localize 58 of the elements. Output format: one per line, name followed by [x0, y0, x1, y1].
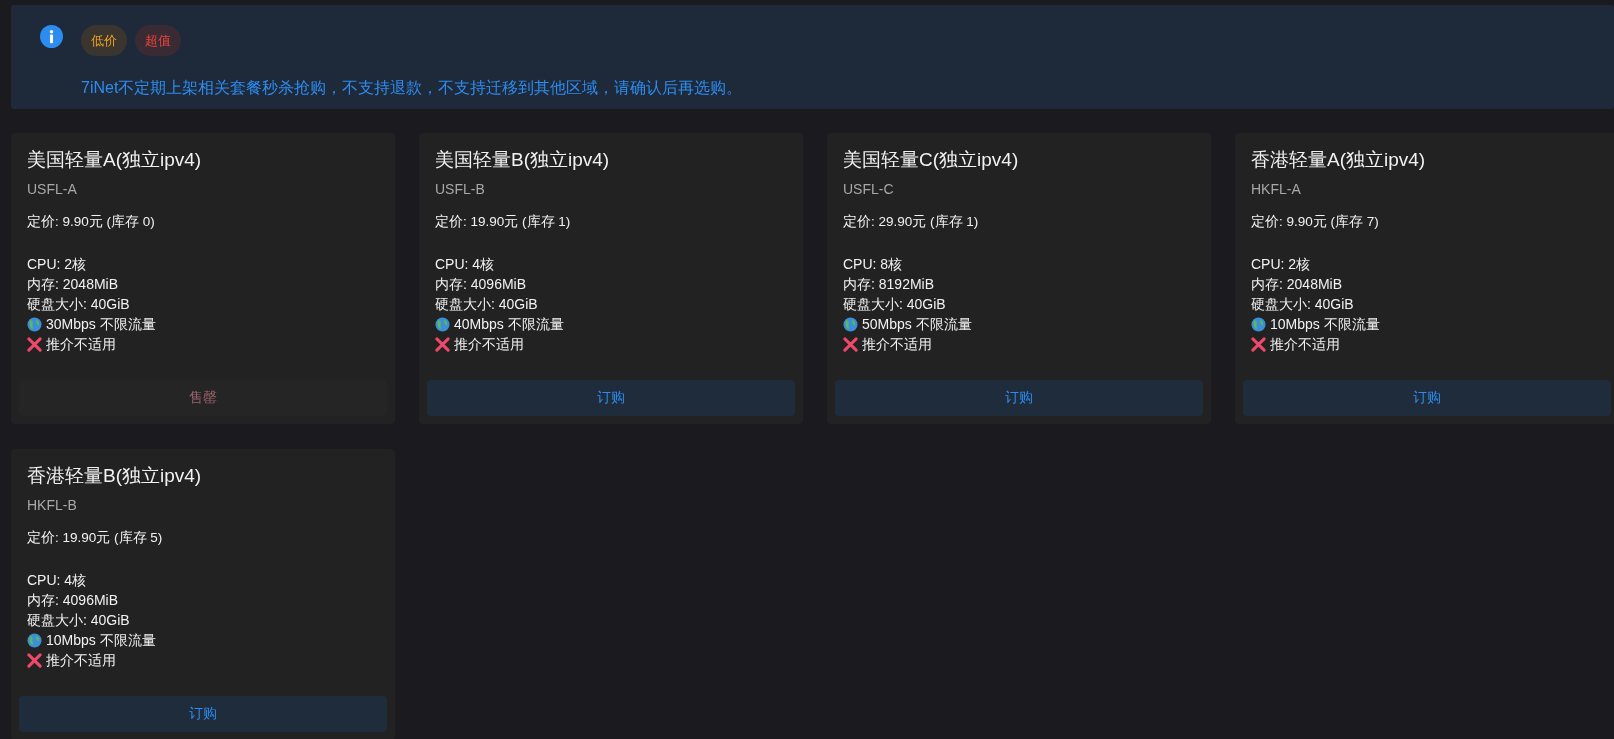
- bandwidth-spec: 10Mbps 不限流量: [46, 631, 156, 650]
- plan-price: 定价: 19.90元 (库存 1): [435, 213, 572, 231]
- order-button[interactable]: 订购: [835, 380, 1203, 416]
- tag: 超值: [135, 25, 181, 56]
- cpu-spec: CPU: 2核: [1251, 255, 1311, 274]
- plan-price: 定价: 19.90元 (库存 5): [27, 529, 164, 547]
- memory-spec: 内存: 2048MiB: [1251, 275, 1343, 294]
- tag: 低价: [81, 25, 127, 56]
- bandwidth-spec: 40Mbps 不限流量: [454, 315, 564, 334]
- globe-icon: [843, 316, 858, 332]
- globe-icon: [27, 316, 42, 332]
- referral-note: 推介不适用: [1270, 335, 1340, 354]
- disk-spec: 硬盘大小: 40GiB: [843, 295, 946, 314]
- plan-title: 美国轻量C(独立ipv4): [843, 148, 1020, 172]
- plan-code: USFL-C: [843, 181, 895, 197]
- bandwidth-spec: 50Mbps 不限流量: [862, 315, 972, 334]
- info-icon: [40, 25, 63, 48]
- cross-icon: [27, 652, 42, 668]
- order-button[interactable]: 订购: [427, 380, 795, 416]
- cpu-spec: CPU: 8核: [843, 255, 903, 274]
- globe-icon: [435, 316, 450, 332]
- notice-message: 7iNet不定期上架相关套餐秒杀抢购，不支持退款，不支持迁移到其他区域，请确认后再选购。: [81, 78, 743, 98]
- plan-code: USFL-A: [27, 181, 78, 197]
- referral-note: 推介不适用: [46, 651, 116, 670]
- bandwidth-spec: 30Mbps 不限流量: [46, 315, 156, 334]
- order-button[interactable]: 订购: [1243, 380, 1611, 416]
- memory-spec: 内存: 8192MiB: [843, 275, 935, 294]
- plan-price: 定价: 9.90元 (库存 0): [27, 213, 156, 231]
- memory-spec: 内存: 4096MiB: [27, 591, 119, 610]
- cross-icon: [843, 336, 858, 352]
- plan-title: 香港轻量A(独立ipv4): [1251, 148, 1427, 172]
- cpu-spec: CPU: 2核: [27, 255, 87, 274]
- cross-icon: [27, 336, 42, 352]
- plan-price: 定价: 9.90元 (库存 7): [1251, 213, 1380, 231]
- plan-price: 定价: 29.90元 (库存 1): [843, 213, 980, 231]
- referral-note: 推介不适用: [46, 335, 116, 354]
- cross-icon: [435, 336, 450, 352]
- order-button[interactable]: 订购: [19, 696, 387, 732]
- plan-title: 美国轻量B(独立ipv4): [435, 148, 611, 172]
- plan-code: HKFL-A: [1251, 181, 1302, 197]
- bandwidth-spec: 10Mbps 不限流量: [1270, 315, 1380, 334]
- referral-note: 推介不适用: [454, 335, 524, 354]
- cpu-spec: CPU: 4核: [435, 255, 495, 274]
- disk-spec: 硬盘大小: 40GiB: [435, 295, 538, 314]
- plan-code: USFL-B: [435, 181, 486, 197]
- plan-code: HKFL-B: [27, 497, 78, 513]
- disk-spec: 硬盘大小: 40GiB: [1251, 295, 1354, 314]
- memory-spec: 内存: 4096MiB: [435, 275, 527, 294]
- cpu-spec: CPU: 4核: [27, 571, 87, 590]
- memory-spec: 内存: 2048MiB: [27, 275, 119, 294]
- disk-spec: 硬盘大小: 40GiB: [27, 295, 130, 314]
- plan-title: 美国轻量A(独立ipv4): [27, 148, 203, 172]
- referral-note: 推介不适用: [862, 335, 932, 354]
- globe-icon: [1251, 316, 1266, 332]
- plan-title: 香港轻量B(独立ipv4): [27, 464, 203, 488]
- cross-icon: [1251, 336, 1266, 352]
- globe-icon: [27, 632, 42, 648]
- disk-spec: 硬盘大小: 40GiB: [27, 611, 130, 630]
